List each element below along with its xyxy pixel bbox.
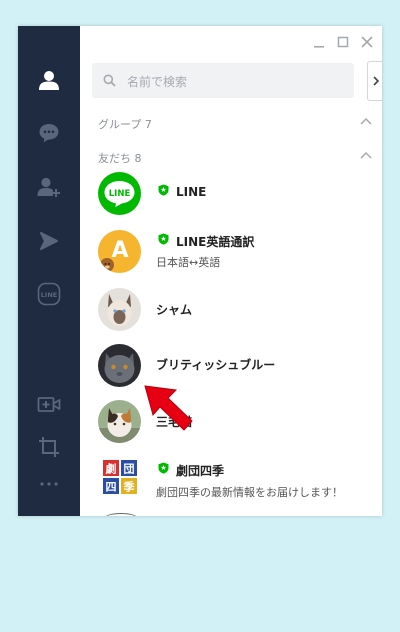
verified-badge-icon [158,462,169,474]
minimize-icon [314,46,324,48]
video-call-tab[interactable] [37,393,61,417]
svg-text:四: 四 [106,481,117,494]
avatar-shiki-logo: 劇 団 四 季 [101,458,139,496]
video-plus-icon [37,397,61,412]
avatar-calico-cat [98,400,141,443]
line-logo-icon: LINE [37,282,61,306]
timeline-tab[interactable] [37,229,61,253]
side-panel-toggle[interactable] [367,61,382,101]
chats-tab[interactable] [37,121,61,145]
verified-badge-icon [158,233,169,245]
crop-icon [39,437,59,457]
line-window: LINE 名前で検索 グループ 7 友だち 8 LINE LINE A LINE… [18,26,382,516]
friends-section-header[interactable]: 友だち 8 [98,150,372,166]
avatar-line-translator: A [98,230,141,273]
friend-name: ブリティッシュブルー [156,358,276,372]
svg-text:LINE: LINE [109,189,131,199]
search-icon [103,74,116,87]
next-avatar-edge [104,513,138,516]
line-app-tab[interactable]: LINE [37,282,61,306]
more-icon [40,482,58,486]
search-input[interactable]: 名前で検索 [92,63,354,98]
add-friend-tab[interactable] [37,175,61,199]
maximize-icon [337,36,349,48]
chevron-up-icon [360,151,372,159]
friends-label: 友だち 8 [98,152,142,165]
close-button[interactable] [360,34,374,48]
avatar-british-blue-cat [98,344,141,387]
red-arrow-annotation [144,385,193,431]
line-logo-icon: LINE [104,181,135,207]
search-placeholder: 名前で検索 [127,75,188,89]
friend-status: 劇団四季の最新情報をお届けします！ [156,486,343,499]
chat-bubble-icon [39,124,59,143]
minimize-button[interactable] [312,34,326,48]
chevron-right-icon [373,76,380,86]
svg-text:LINE: LINE [41,291,57,299]
svg-text:劇: 劇 [106,462,117,476]
svg-text:A: A [111,238,128,263]
sidebar: LINE [18,26,80,516]
calico-cat-photo [98,400,141,443]
add-person-icon [37,177,60,197]
friend-item-line[interactable]: LINE LINE [80,166,382,222]
groups-label: グループ 7 [98,118,152,131]
chevron-up-icon [360,117,372,125]
shiki-logo-icon: 劇 団 四 季 [103,460,137,494]
siamese-cat-photo [98,288,141,331]
verified-badge-icon [158,184,169,196]
crop-tab[interactable] [37,435,61,459]
translator-avatar-icon: A [100,238,129,272]
friend-name: シャム [156,303,193,317]
groups-section-header[interactable]: グループ 7 [98,116,372,132]
friend-item-calico[interactable]: 三毛猫 [80,394,382,450]
more-tab[interactable] [37,472,61,496]
friend-status: 日本語↔英語 [156,256,221,269]
friend-name: LINE [176,185,207,199]
svg-text:団: 団 [124,462,135,476]
avatar-line: LINE [98,172,141,215]
play-icon [40,232,58,250]
british-blue-cat-photo [98,344,141,387]
friend-item-line-translator[interactable]: A LINE英語通訳 日本語↔英語 [80,224,382,280]
close-icon [361,36,373,48]
person-icon [39,71,59,90]
maximize-button[interactable] [336,34,350,48]
friends-tab[interactable] [37,68,61,92]
friend-item-british-blue[interactable]: ブリティッシュブルー [80,338,382,394]
friend-item-siamese[interactable]: シャム [80,282,382,338]
friend-name: 劇団四季 [176,464,225,478]
friends-panel: 名前で検索 グループ 7 友だち 8 LINE LINE A LINE英語通訳 … [80,26,382,516]
svg-text:季: 季 [123,480,136,494]
friend-name: LINE英語通訳 [176,235,255,249]
friend-item-shiki[interactable]: 劇 団 四 季 劇団四季 劇団四季の最新情報をお届けします！ [80,450,382,506]
avatar-siamese-cat [98,288,141,331]
